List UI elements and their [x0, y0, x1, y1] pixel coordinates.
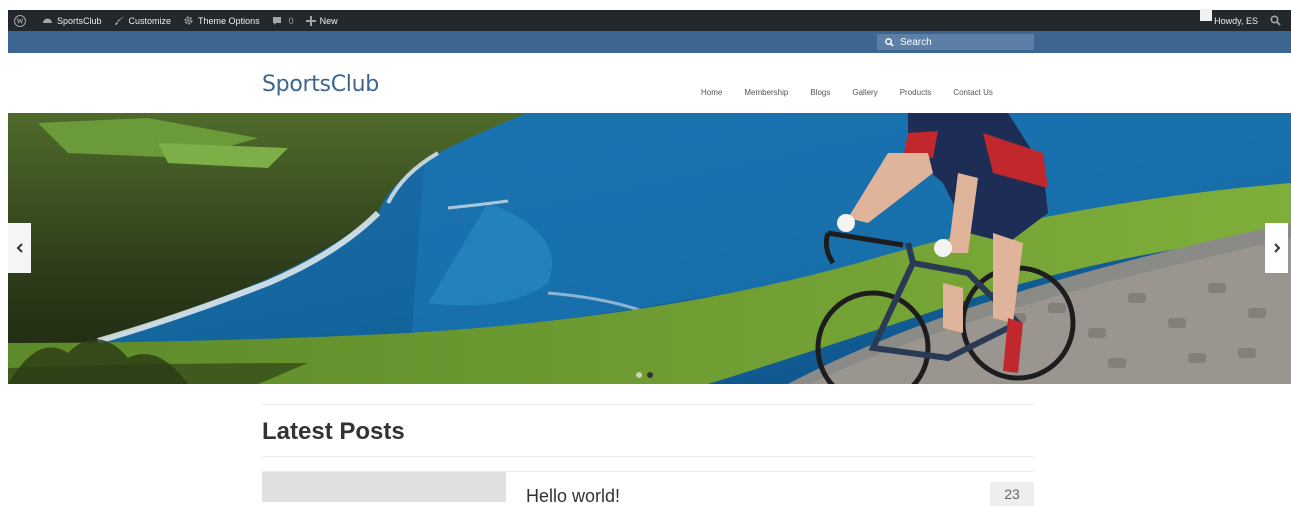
wordpress-logo-icon[interactable]: W [8, 10, 36, 31]
chevron-right-icon [1273, 243, 1280, 253]
admin-bar-theme-options-label: Theme Options [198, 15, 260, 26]
admin-bar-customize-label: Customize [128, 15, 172, 26]
search-placeholder: Search [900, 36, 932, 48]
post-title[interactable]: Hello world! [526, 486, 620, 507]
nav-home[interactable]: Home [701, 88, 722, 97]
nav-gallery[interactable]: Gallery [852, 88, 877, 97]
dashboard-icon [43, 18, 52, 23]
admin-bar-site-name: SportsClub [57, 15, 102, 26]
admin-bar-customize[interactable]: Customize [108, 10, 178, 31]
slider-pagination [636, 372, 653, 378]
slide-image [8, 113, 1291, 384]
search-input[interactable]: Search [877, 34, 1034, 50]
comment-icon [272, 16, 281, 25]
brush-icon [114, 16, 124, 25]
section-divider-bottom [262, 456, 1034, 457]
admin-bar-account[interactable]: Howdy, ES [1194, 8, 1264, 31]
admin-bar: W SportsClub Customize Theme Options 0 N… [8, 8, 1291, 31]
admin-bar-new-label: New [319, 15, 338, 26]
svg-text:W: W [17, 17, 24, 25]
latest-posts-heading: Latest Posts [262, 418, 405, 445]
post-card[interactable]: Hello world! 23 [262, 471, 1034, 506]
nav-products[interactable]: Products [900, 88, 932, 97]
admin-bar-theme-options[interactable]: Theme Options [177, 10, 266, 31]
top-search-bar: Search [8, 31, 1291, 53]
nav-contact-us[interactable]: Contact Us [953, 88, 993, 97]
admin-bar-new[interactable]: New [300, 10, 344, 31]
site-title[interactable]: SportsClub [262, 72, 379, 97]
nav-membership[interactable]: Membership [744, 88, 788, 97]
hero-slider [8, 113, 1291, 384]
admin-bar-comments-count: 0 [288, 15, 294, 26]
chevron-left-icon [16, 243, 23, 253]
nav-blogs[interactable]: Blogs [810, 88, 830, 97]
search-icon [885, 37, 894, 47]
slider-prev-button[interactable] [8, 223, 31, 273]
section-divider-top [262, 404, 1034, 405]
avatar [1200, 8, 1213, 21]
main-nav: Home Membership Blogs Gallery Products C… [690, 88, 1004, 97]
admin-bar-site-link[interactable]: SportsClub [36, 10, 108, 31]
admin-bar-search-icon[interactable] [1264, 10, 1291, 31]
gear-icon [184, 16, 193, 25]
slider-next-button[interactable] [1265, 223, 1288, 273]
post-date-badge: 23 [990, 482, 1034, 506]
admin-bar-comments[interactable]: 0 [266, 10, 300, 31]
slider-dot-2[interactable] [647, 372, 653, 378]
post-thumbnail[interactable] [262, 472, 506, 502]
slider-dot-1[interactable] [636, 372, 642, 378]
admin-bar-howdy: Howdy, ES [1214, 15, 1258, 26]
plus-icon [305, 15, 316, 26]
